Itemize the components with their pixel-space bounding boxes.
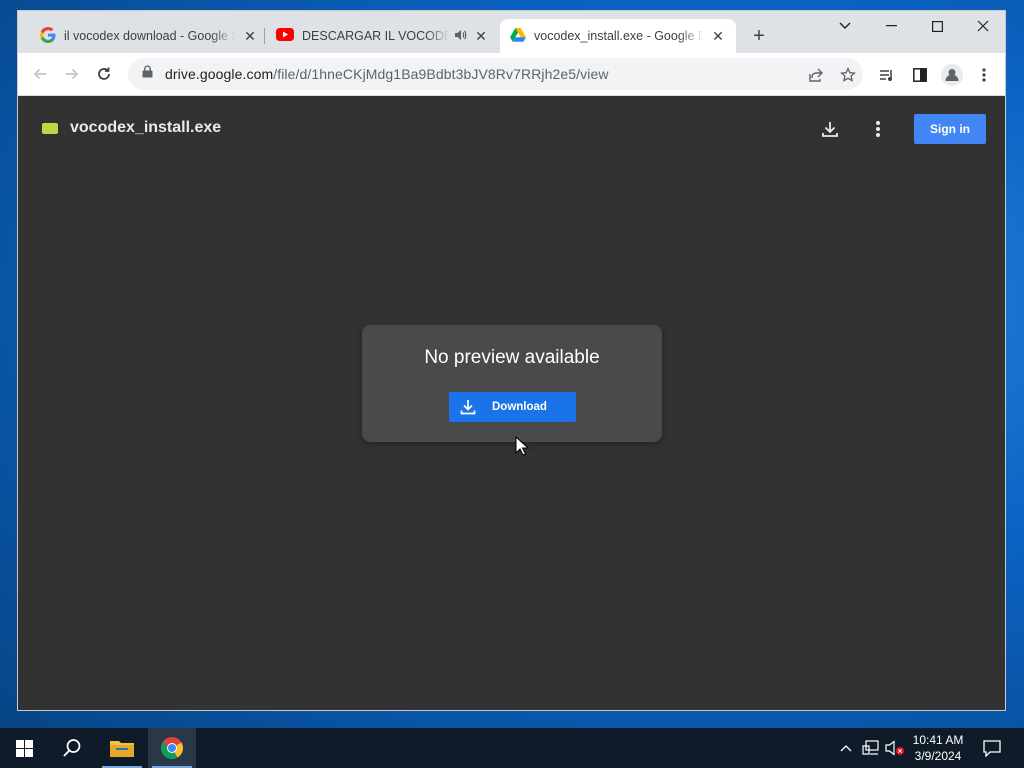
close-tab-icon[interactable]: ✕ bbox=[710, 28, 726, 44]
notification-center-icon[interactable] bbox=[980, 728, 1004, 768]
back-icon[interactable] bbox=[27, 61, 53, 87]
url-text: drive.google.com/file/d/1hneCKjMdg1Ba9Bd… bbox=[165, 66, 609, 82]
bookmark-star-icon[interactable] bbox=[835, 62, 861, 88]
executable-file-icon bbox=[42, 123, 58, 134]
drive-viewer: vocodex_install.exe Sign in No preview a… bbox=[18, 96, 1005, 710]
file-name: vocodex_install.exe bbox=[70, 119, 222, 136]
close-tab-icon[interactable]: ✕ bbox=[242, 28, 258, 44]
download-icon bbox=[459, 397, 479, 417]
reload-icon[interactable] bbox=[91, 61, 117, 87]
taskbar: 10:41 AM 3/9/2024 bbox=[0, 728, 1024, 768]
mouse-cursor-icon bbox=[515, 435, 530, 461]
tab-strip: il vocodex download - Google Se ✕ DESCAR… bbox=[18, 11, 1005, 53]
google-g-icon bbox=[40, 26, 56, 46]
browser-toolbar: drive.google.com/file/d/1hneCKjMdg1Ba9Bd… bbox=[18, 53, 1005, 96]
maximize-icon[interactable] bbox=[914, 11, 960, 41]
viewer-header: vocodex_install.exe Sign in bbox=[18, 96, 1005, 160]
tab-title: il vocodex download - Google Se bbox=[64, 29, 236, 43]
file-explorer-icon[interactable] bbox=[98, 728, 146, 768]
share-icon[interactable] bbox=[803, 62, 829, 88]
new-tab-button[interactable]: + bbox=[748, 25, 770, 47]
download-icon[interactable] bbox=[817, 116, 843, 142]
address-bar[interactable]: drive.google.com/file/d/1hneCKjMdg1Ba9Bd… bbox=[128, 58, 863, 90]
search-icon[interactable] bbox=[48, 728, 96, 768]
more-options-icon[interactable] bbox=[865, 116, 891, 142]
tab-title: vocodex_install.exe - Google Dri bbox=[534, 29, 704, 43]
tab-google-drive[interactable]: vocodex_install.exe - Google Dri ✕ bbox=[500, 19, 736, 53]
close-window-icon[interactable] bbox=[960, 11, 1005, 41]
minimize-icon[interactable] bbox=[868, 11, 914, 41]
url-host: drive.google.com bbox=[165, 66, 274, 82]
lock-icon[interactable] bbox=[142, 65, 153, 83]
google-drive-icon bbox=[510, 27, 526, 45]
show-hidden-icons-chevron-icon[interactable] bbox=[836, 728, 856, 768]
sign-in-button[interactable]: Sign in bbox=[914, 114, 986, 144]
clock-time: 10:41 AM bbox=[912, 733, 964, 747]
network-icon[interactable] bbox=[860, 728, 882, 768]
no-preview-card: No preview available Download bbox=[362, 325, 662, 442]
chrome-taskbar-icon[interactable] bbox=[148, 728, 196, 768]
download-button-label: Download bbox=[492, 401, 547, 413]
chrome-menu-icon[interactable] bbox=[971, 62, 997, 88]
forward-icon[interactable] bbox=[59, 61, 85, 87]
youtube-icon bbox=[276, 28, 294, 44]
profile-avatar-icon[interactable] bbox=[939, 62, 965, 88]
tab-divider bbox=[264, 28, 265, 44]
side-panel-icon[interactable] bbox=[907, 62, 933, 88]
browser-window: il vocodex download - Google Se ✕ DESCAR… bbox=[17, 10, 1006, 711]
tab-youtube[interactable]: DESCARGAR IL VOCODEX PA ✕ bbox=[266, 19, 499, 53]
clock-date: 3/9/2024 bbox=[914, 749, 962, 763]
tab-search-icon[interactable] bbox=[822, 11, 868, 41]
tab-google-search[interactable]: il vocodex download - Google Se ✕ bbox=[30, 19, 268, 53]
start-windows-icon[interactable] bbox=[0, 728, 48, 768]
close-tab-icon[interactable]: ✕ bbox=[473, 28, 489, 44]
speaker-icon[interactable] bbox=[453, 28, 467, 45]
tab-title: DESCARGAR IL VOCODEX PA bbox=[302, 29, 449, 43]
download-button[interactable]: Download bbox=[449, 392, 576, 422]
no-preview-message: No preview available bbox=[424, 347, 600, 368]
system-clock[interactable]: 10:41 AM 3/9/2024 bbox=[902, 732, 974, 764]
url-path: /file/d/1hneCKjMdg1Ba9Bdbt3bJV8Rv7RRjh2e… bbox=[273, 66, 609, 82]
media-control-icon[interactable] bbox=[874, 62, 900, 88]
